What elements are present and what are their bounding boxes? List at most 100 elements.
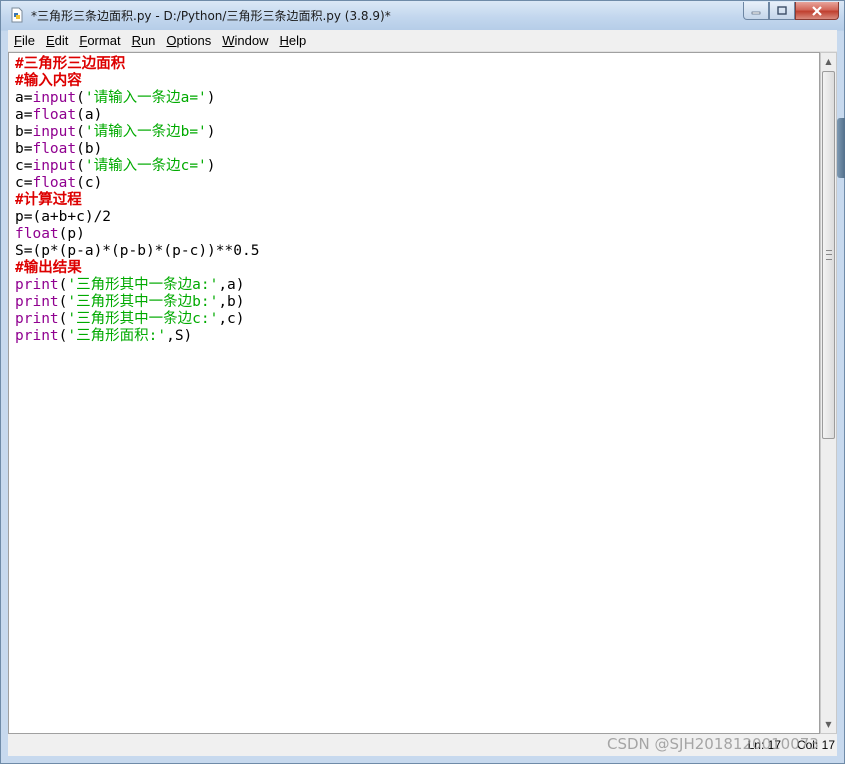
- code-text: (: [76, 158, 85, 174]
- code-line: b=float(b): [15, 141, 102, 158]
- minimize-icon: [751, 11, 761, 14]
- menu-options[interactable]: Options: [160, 33, 216, 48]
- code-text: ): [206, 158, 216, 174]
- code-line: c=input('请输入一条边c='): [15, 158, 216, 175]
- code-string: '请输入一条边c=': [84, 158, 207, 174]
- code-text: a=: [15, 90, 33, 106]
- code-text: p=(a+b+c)/2: [15, 209, 112, 225]
- code-string: '三角形其中一条边c:': [67, 311, 219, 327]
- menu-label-rest: elp: [288, 33, 307, 48]
- code-line: a=input('请输入一条边a='): [15, 90, 216, 107]
- code-text: ,c): [218, 311, 245, 327]
- menu-help[interactable]: Help: [274, 33, 312, 48]
- code-keyword: float: [32, 141, 77, 157]
- code-text: ,a): [218, 277, 245, 293]
- menu-window[interactable]: Window: [216, 33, 273, 48]
- code-keyword: float: [15, 226, 59, 242]
- code-editor[interactable]: #三角形三边面积 #输入内容 a=input('请输入一条边a=') a=float(…: [8, 52, 820, 734]
- menu-label-rest: indow: [234, 33, 269, 48]
- code-text: c=: [15, 175, 33, 191]
- menu-mnemonic: E: [45, 33, 55, 48]
- menu-label-rest: ptions: [176, 33, 212, 48]
- code-comment: #计算过程: [15, 192, 82, 208]
- code-text: (p): [58, 226, 85, 242]
- code-string: '请输入一条边b=': [84, 124, 207, 140]
- csdn-watermark: CSDN @SJH2018120010073: [607, 735, 819, 753]
- code-line: print('三角形其中一条边c:',c): [15, 311, 245, 328]
- menu-label-rest: ormat: [87, 33, 121, 48]
- code-string: '三角形其中一条边b:': [67, 294, 219, 310]
- menu-label-rest: ile: [21, 33, 35, 48]
- code-text: ,S): [166, 328, 193, 344]
- code-text: (a): [76, 107, 103, 123]
- menu-run[interactable]: Run: [126, 33, 161, 48]
- grip-icon: [826, 250, 832, 260]
- code-text: ): [206, 90, 216, 106]
- code-text: c=: [15, 158, 33, 174]
- code-line: print('三角形面积:',S): [15, 328, 192, 345]
- maximize-button[interactable]: [769, 2, 795, 20]
- side-tab: [837, 118, 845, 178]
- code-text: (c): [76, 175, 103, 191]
- python-file-icon: [11, 7, 23, 23]
- menu-bar: File Edit Format Run Options Window Help: [8, 30, 837, 52]
- code-comment: #输出结果: [15, 260, 82, 276]
- code-line: S=(p*(p-a)*(p-b)*(p-c))**0.5: [15, 243, 259, 260]
- code-keyword: input: [32, 90, 77, 106]
- menu-label-rest: un: [140, 33, 156, 48]
- code-line: b=input('请输入一条边b='): [15, 124, 216, 141]
- code-keyword: input: [32, 158, 77, 174]
- scroll-up-arrow-icon[interactable]: ▲: [821, 53, 836, 70]
- code-keyword: print: [15, 328, 59, 344]
- menu-format[interactable]: Format: [73, 33, 125, 48]
- code-line: #输出结果: [15, 260, 82, 277]
- minimize-button[interactable]: [743, 2, 769, 20]
- close-button[interactable]: [795, 2, 839, 20]
- code-line: #三角形三边面积: [15, 56, 125, 73]
- menu-file[interactable]: File: [8, 33, 40, 48]
- code-keyword: print: [15, 277, 59, 293]
- menu-mnemonic: H: [279, 33, 289, 48]
- code-line: a=float(a): [15, 107, 102, 124]
- code-string: '请输入一条边a=': [84, 90, 207, 106]
- code-text: b=: [15, 124, 33, 140]
- code-text: (: [76, 90, 85, 106]
- menu-mnemonic: W: [222, 33, 235, 48]
- code-text: a=: [15, 107, 33, 123]
- code-text: S=(p*(p-a)*(p-b)*(p-c))**0.5: [15, 243, 260, 259]
- vertical-scrollbar[interactable]: ▲ ▼: [820, 52, 837, 734]
- window-title: *三角形三条边面积.py - D:/Python/三角形三条边面积.py (3.…: [31, 9, 391, 23]
- code-line: float(p): [15, 226, 85, 243]
- menu-mnemonic: O: [166, 33, 177, 48]
- code-comment: #输入内容: [15, 73, 82, 89]
- code-comment: #三角形三边面积: [15, 56, 126, 72]
- scroll-down-arrow-icon[interactable]: ▼: [821, 716, 836, 733]
- code-text: (b): [76, 141, 103, 157]
- menu-mnemonic: R: [131, 33, 141, 48]
- close-icon: [812, 5, 822, 16]
- code-line: #计算过程: [15, 192, 82, 209]
- menu-edit[interactable]: Edit: [40, 33, 73, 48]
- menu-mnemonic: F: [14, 33, 22, 48]
- idle-editor-window: *三角形三条边面积.py - D:/Python/三角形三条边面积.py (3.…: [0, 0, 845, 764]
- maximize-icon: [777, 5, 787, 15]
- window-controls: [743, 2, 839, 20]
- code-line: print('三角形其中一条边a:',a): [15, 277, 245, 294]
- code-text: ): [206, 124, 216, 140]
- code-text: (: [76, 124, 85, 140]
- scroll-thumb[interactable]: [822, 71, 835, 439]
- code-line: c=float(c): [15, 175, 102, 192]
- code-keyword: print: [15, 294, 59, 310]
- code-keyword: print: [15, 311, 59, 327]
- code-text: ,b): [218, 294, 245, 310]
- code-line: #输入内容: [15, 73, 82, 90]
- code-text: b=: [15, 141, 33, 157]
- code-string: '三角形其中一条边a:': [67, 277, 219, 293]
- code-line: print('三角形其中一条边b:',b): [15, 294, 245, 311]
- title-bar[interactable]: *三角形三条边面积.py - D:/Python/三角形三条边面积.py (3.…: [1, 1, 844, 30]
- code-keyword: float: [32, 175, 77, 191]
- code-keyword: input: [32, 124, 77, 140]
- code-keyword: float: [32, 107, 77, 123]
- code-string: '三角形面积:': [67, 328, 167, 344]
- menu-label-rest: dit: [54, 33, 69, 48]
